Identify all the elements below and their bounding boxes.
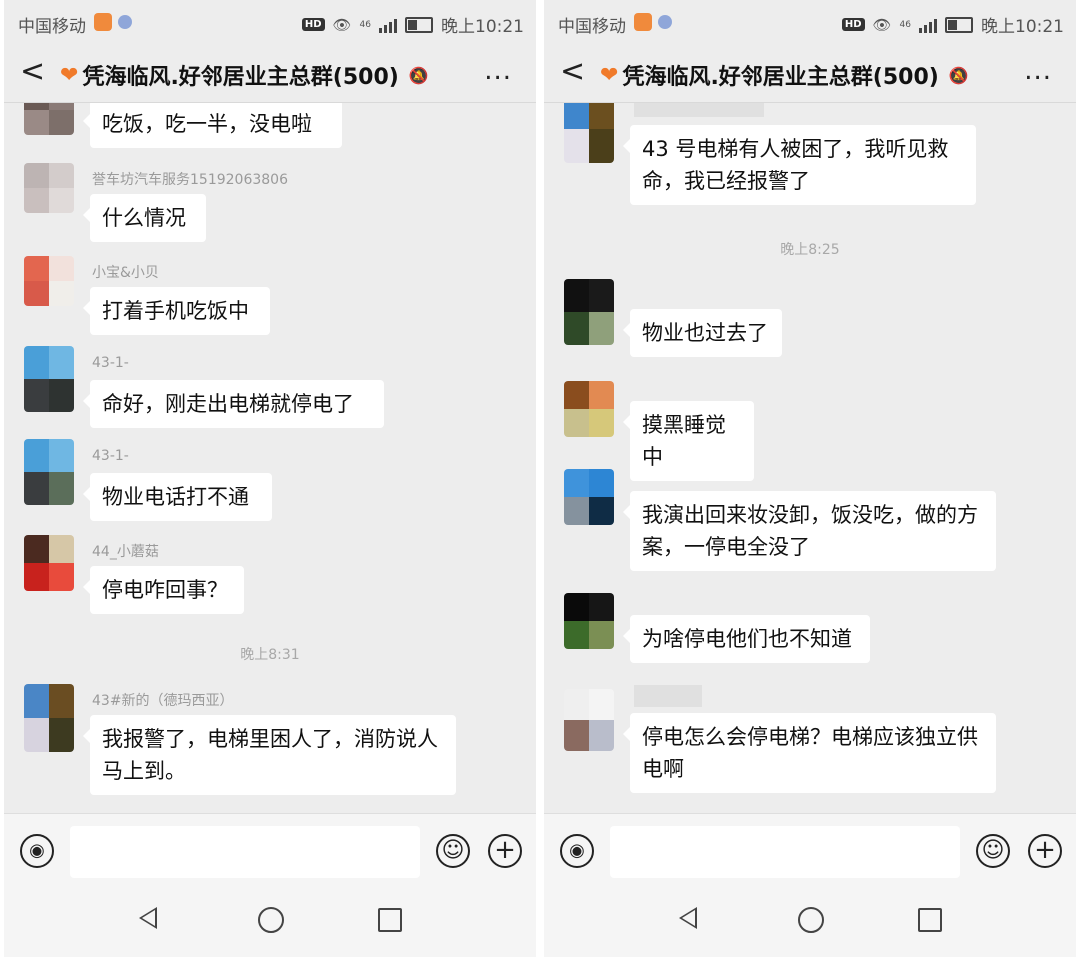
sender-name: 小宝&小贝: [92, 265, 159, 281]
sender-name-blurred: [634, 103, 764, 117]
battery-icon: [405, 16, 433, 33]
sender-name: 43#新的（德玛西亚）: [92, 693, 234, 709]
carrier-label: 中国移动: [18, 17, 86, 37]
system-nav-bar: [544, 891, 1076, 957]
voice-icon[interactable]: ◉: [560, 834, 594, 868]
message-list[interactable]: 吃饭，吃一半，没电啦 誉车坊汽车服务15192063806 什么情况 小宝&小贝…: [4, 103, 536, 813]
message-list[interactable]: 43 号电梯有人被困了，我听见救命，我已经报警了 晚上8:25 物业也过去了 摸…: [544, 103, 1076, 813]
message-input[interactable]: [70, 826, 420, 878]
nav-recent-icon[interactable]: [918, 908, 942, 932]
signal-icon: [379, 17, 397, 33]
emoji-icon[interactable]: ☺: [436, 834, 470, 868]
back-button[interactable]: <: [560, 57, 585, 87]
plus-icon[interactable]: +: [488, 834, 522, 868]
more-button[interactable]: ...: [1024, 56, 1052, 86]
app-notification-icon: [94, 13, 112, 31]
hd-icon: HD: [841, 18, 865, 31]
avatar[interactable]: [564, 469, 614, 525]
phone-screen-right: 中国移动 HD 👁 46 晚上10:21 < ❤ 凭海临风.好邻居业主总群(50…: [544, 0, 1076, 957]
nav-back-icon[interactable]: [679, 907, 697, 929]
message-bubble[interactable]: 什么情况: [83, 194, 206, 242]
timestamp: 晚上8:25: [780, 242, 840, 258]
message-bubble[interactable]: 吃饭，吃一半，没电啦: [83, 103, 342, 148]
network-label: 46: [899, 19, 911, 30]
avatar[interactable]: [24, 439, 74, 505]
signal-icon: [919, 17, 937, 33]
chat-header: < ❤ 凭海临风.好邻居业主总群(500) 🔕 ...: [4, 46, 536, 103]
sender-name: 44_小蘑菇: [92, 544, 159, 560]
avatar[interactable]: [24, 163, 74, 213]
sender-name: 43-1-: [92, 355, 129, 371]
app-notification-icon: [658, 15, 672, 29]
app-notification-icon: [634, 13, 652, 31]
message-bubble[interactable]: 为啥停电他们也不知道: [623, 615, 870, 663]
sender-name: 43-1-: [92, 448, 129, 464]
system-nav-bar: [4, 891, 536, 957]
status-bar: 中国移动 HD 👁 46 晚上10:21: [4, 0, 536, 46]
avatar[interactable]: [24, 684, 74, 752]
avatar[interactable]: [564, 103, 614, 163]
message-bubble[interactable]: 我演出回来妆没卸，饭没吃，做的方案，一停电全没了: [623, 491, 996, 571]
clock: 晚上10:21: [441, 17, 524, 37]
message-bubble[interactable]: 停电怎么会停电梯？电梯应该独立供电啊: [623, 713, 996, 793]
heart-icon: ❤: [600, 62, 619, 88]
battery-icon: [945, 16, 973, 33]
voice-icon[interactable]: ◉: [20, 834, 54, 868]
avatar[interactable]: [564, 593, 614, 649]
input-bar: ◉ ☺ +: [4, 813, 536, 892]
mute-bell-icon: 🔕: [408, 65, 429, 85]
message-bubble[interactable]: 摸黑睡觉中: [623, 401, 754, 481]
message-bubble[interactable]: 命好，刚走出电梯就停电了: [83, 380, 384, 428]
avatar[interactable]: [24, 346, 74, 412]
carrier-label: 中国移动: [558, 17, 626, 37]
network-label: 46: [359, 19, 371, 30]
heart-icon: ❤: [60, 62, 79, 88]
sender-name-blurred: [634, 685, 702, 707]
input-bar: ◉ ☺ +: [544, 813, 1076, 892]
avatar[interactable]: [564, 279, 614, 345]
app-notification-icon: [118, 15, 132, 29]
message-bubble[interactable]: 停电咋回事？: [83, 566, 244, 614]
avatar[interactable]: [24, 535, 74, 591]
message-input[interactable]: [610, 826, 960, 878]
chat-header: < ❤ 凭海临风.好邻居业主总群(500) 🔕 ...: [544, 46, 1076, 103]
eye-icon: 👁: [332, 15, 352, 34]
timestamp: 晚上8:31: [240, 647, 300, 663]
phone-screen-left: 中国移动 HD 👁 46 晚上10:21 < ❤ 凭海临风.好邻居业主总群(50…: [4, 0, 536, 957]
mute-bell-icon: 🔕: [948, 65, 969, 85]
message-bubble[interactable]: 物业也过去了: [623, 309, 782, 357]
status-bar: 中国移动 HD 👁 46 晚上10:21: [544, 0, 1076, 46]
avatar[interactable]: [24, 256, 74, 306]
message-bubble[interactable]: 物业电话打不通: [83, 473, 272, 521]
message-bubble[interactable]: 我报警了，电梯里困人了，消防说人马上到。: [83, 715, 456, 795]
sender-name: 誉车坊汽车服务15192063806: [92, 172, 288, 188]
hd-icon: HD: [301, 18, 325, 31]
nav-home-icon[interactable]: [798, 907, 824, 933]
emoji-icon[interactable]: ☺: [976, 834, 1010, 868]
avatar[interactable]: [564, 381, 614, 437]
eye-icon: 👁: [872, 15, 892, 34]
plus-icon[interactable]: +: [1028, 834, 1062, 868]
chat-title: 凭海临风.好邻居业主总群(500): [82, 65, 399, 90]
nav-recent-icon[interactable]: [378, 908, 402, 932]
nav-home-icon[interactable]: [258, 907, 284, 933]
avatar[interactable]: [24, 103, 74, 135]
clock: 晚上10:21: [981, 17, 1064, 37]
more-button[interactable]: ...: [484, 56, 512, 86]
back-button[interactable]: <: [20, 57, 45, 87]
message-bubble[interactable]: 43 号电梯有人被困了，我听见救命，我已经报警了: [623, 125, 976, 205]
message-bubble[interactable]: 打着手机吃饭中: [83, 287, 270, 335]
nav-back-icon[interactable]: [139, 907, 157, 929]
avatar[interactable]: [564, 689, 614, 751]
chat-title: 凭海临风.好邻居业主总群(500): [622, 65, 939, 90]
